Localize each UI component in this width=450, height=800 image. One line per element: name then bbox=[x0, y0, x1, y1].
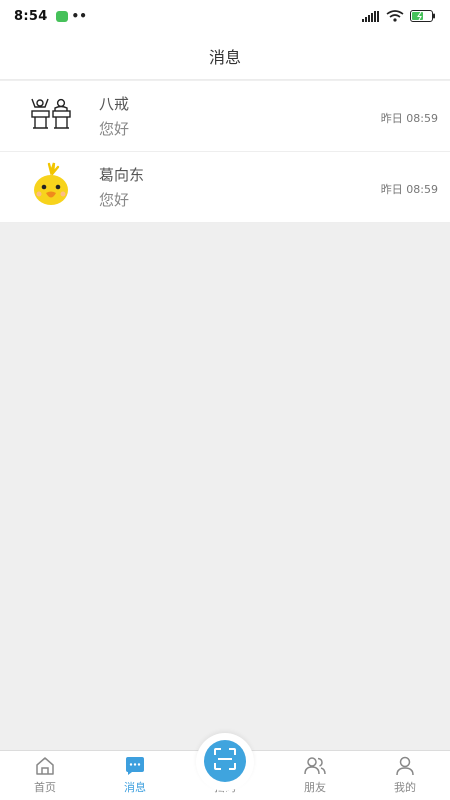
nav-label: 我的 bbox=[394, 781, 416, 794]
avatar bbox=[22, 89, 80, 143]
friends-icon bbox=[304, 755, 326, 777]
battery-icon bbox=[410, 10, 436, 22]
chat-icon bbox=[124, 755, 146, 777]
header: 消息 bbox=[0, 32, 450, 80]
message-list: 八戒 您好 昨日 08:59 葛向东 您好 昨日 08:59 bbox=[0, 81, 450, 223]
nav-item-messages[interactable]: 消息 bbox=[90, 751, 180, 800]
message-time: 昨日 08:59 bbox=[380, 112, 438, 125]
signal-icon bbox=[362, 10, 380, 22]
status-time: 8:54 bbox=[14, 8, 48, 24]
yellow-bird-icon bbox=[29, 162, 73, 212]
nav-label: 消息 bbox=[124, 781, 146, 794]
status-dots: •• bbox=[71, 9, 87, 23]
nav-label: 首页 bbox=[34, 781, 56, 794]
contact-name: 葛向东 bbox=[99, 166, 145, 184]
nav-item-friends[interactable]: 朋友 bbox=[270, 751, 360, 800]
message-body: 八戒 您好 bbox=[99, 93, 129, 139]
message-item[interactable]: 葛向东 您好 昨日 08:59 bbox=[0, 152, 450, 223]
message-item[interactable]: 八戒 您好 昨日 08:59 bbox=[0, 81, 450, 152]
message-preview: 您好 bbox=[99, 191, 130, 209]
home-icon bbox=[34, 755, 56, 777]
user-icon bbox=[394, 755, 416, 777]
scan-button[interactable] bbox=[204, 740, 246, 782]
message-body: 葛向东 您好 bbox=[99, 164, 144, 210]
scan-icon bbox=[213, 747, 237, 775]
podium-people-icon bbox=[29, 97, 73, 135]
nav-item-home[interactable]: 首页 bbox=[0, 751, 90, 800]
avatar bbox=[22, 160, 80, 214]
status-indicators bbox=[362, 10, 436, 22]
message-preview: 您好 bbox=[99, 120, 130, 138]
app-notification-icon bbox=[55, 10, 68, 22]
status-bar: 8:54 •• bbox=[0, 0, 450, 32]
page-title: 消息 bbox=[208, 47, 241, 67]
nav-label: 朋友 bbox=[304, 781, 326, 794]
wifi-icon bbox=[386, 10, 404, 22]
nav-item-profile[interactable]: 我的 bbox=[360, 751, 450, 800]
message-time: 昨日 08:59 bbox=[380, 183, 438, 196]
contact-name: 八戒 bbox=[99, 95, 130, 113]
